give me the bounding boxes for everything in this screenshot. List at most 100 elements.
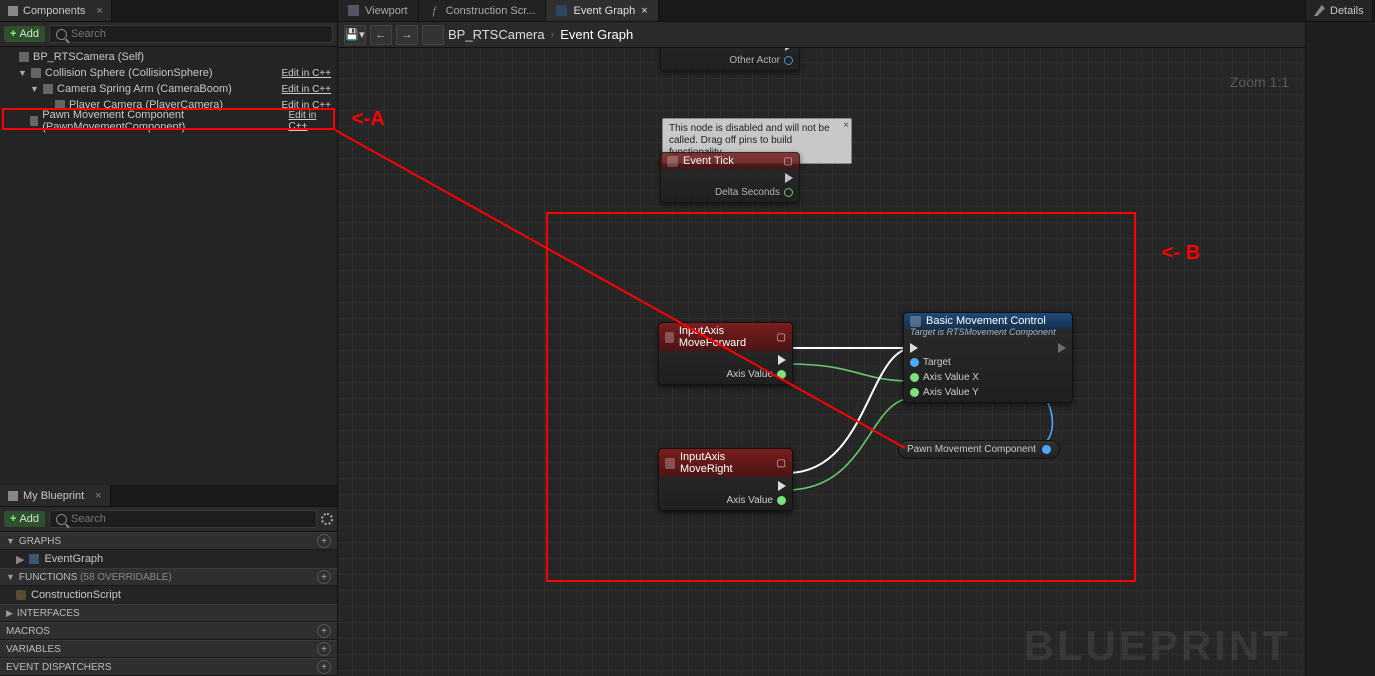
target-pin[interactable] (910, 358, 919, 367)
component-tree: BP_RTSCamera (Self) ▼ Collision Sphere (Co… (0, 47, 337, 131)
disclosure-icon[interactable]: ▼ (30, 84, 39, 94)
graph-icon (29, 554, 39, 564)
node-inputaxis-moveright[interactable]: InputAxis MoveRight ▢ Axis Value (658, 448, 793, 511)
myblueprint-tab-label: My Blueprint (23, 490, 84, 502)
add-function-button[interactable]: + (317, 570, 331, 584)
section-label: GRAPHS (19, 536, 61, 547)
exec-out-pin[interactable] (778, 481, 786, 491)
data-out-pin[interactable] (784, 188, 793, 197)
data-out-pin[interactable] (777, 370, 786, 379)
graph-icon-button[interactable] (422, 25, 444, 45)
node-basic-movement-control[interactable]: Basic Movement Control Target is RTSMove… (903, 312, 1073, 403)
myblueprint-tab[interactable]: My Blueprint × (0, 485, 111, 506)
viewport-icon (348, 5, 359, 16)
section-dispatchers[interactable]: EVENT DISPATCHERS + (0, 658, 337, 676)
component-tree-row[interactable]: Pawn Movement Component (PawnMovementCom… (0, 113, 337, 129)
components-search[interactable] (49, 25, 333, 43)
add-component-button[interactable]: + Add (4, 26, 45, 42)
event-graph-canvas[interactable]: Zoom 1:1 ▢ Other Actor (338, 48, 1305, 676)
edit-in-cpp-link[interactable]: Edit in C++ (282, 84, 331, 95)
graph-icon (556, 5, 567, 16)
graph-item-eventgraph[interactable]: ▶ EventGraph (0, 550, 337, 568)
node-title: Event Tick (683, 155, 734, 167)
event-icon (667, 156, 678, 167)
expand-icon[interactable]: ▢ (784, 156, 793, 167)
exec-in-pin[interactable] (910, 343, 918, 353)
tab-construction-script[interactable]: f Construction Scr... (419, 0, 547, 21)
node-event-tick[interactable]: Event Tick ▢ Delta Seconds (660, 152, 800, 203)
exec-out-pin[interactable] (778, 355, 786, 365)
edit-in-cpp-link[interactable]: Edit in C++ (289, 110, 332, 132)
close-icon[interactable]: × (96, 5, 102, 17)
component-label: Collision Sphere (CollisionSphere) (45, 67, 213, 79)
nav-forward-button[interactable]: → (396, 25, 418, 45)
function-icon: f (429, 5, 440, 17)
section-macros[interactable]: MACROS + (0, 622, 337, 640)
component-icon (19, 52, 29, 62)
section-functions[interactable]: ▼FUNCTIONS (58 OVERRIDABLE) + (0, 568, 337, 586)
myblueprint-search[interactable] (49, 510, 317, 528)
section-label: VARIABLES (6, 644, 61, 655)
components-tabbar: Components × (0, 0, 337, 22)
add-blueprint-button[interactable]: + Add (4, 511, 45, 527)
nav-back-button[interactable]: ← (370, 25, 392, 45)
disclosure-icon[interactable]: ▼ (18, 68, 27, 78)
close-icon[interactable]: × (843, 120, 849, 132)
components-tab[interactable]: Components × (0, 0, 112, 21)
axis-y-pin[interactable] (910, 388, 919, 397)
myblueprint-tabbar: My Blueprint × (0, 485, 337, 507)
component-icon (30, 116, 39, 126)
data-out-pin[interactable] (784, 56, 793, 65)
node-header: InputAxis MoveRight ▢ (659, 449, 792, 477)
tab-event-graph[interactable]: Event Graph × (546, 0, 658, 21)
search-icon (56, 514, 67, 525)
myblueprint-toolbar: + Add (0, 507, 337, 532)
section-graphs[interactable]: ▼GRAPHS + (0, 532, 337, 550)
component-icon (31, 68, 41, 78)
close-icon[interactable]: × (95, 490, 101, 502)
axis-x-pin[interactable] (910, 373, 919, 382)
components-search-input[interactable] (71, 28, 326, 40)
component-tree-row[interactable]: ▼ Collision Sphere (CollisionSphere) Edit … (0, 65, 337, 81)
section-suffix: (58 OVERRIDABLE) (80, 572, 172, 583)
add-macro-button[interactable]: + (317, 624, 331, 638)
node-title: InputAxis MoveForward (679, 325, 772, 349)
event-icon (665, 458, 675, 469)
node-partial-event[interactable]: ▢ Other Actor (660, 48, 800, 71)
details-tab[interactable]: Details (1306, 0, 1373, 21)
gear-icon[interactable] (321, 513, 333, 525)
component-label: Camera Spring Arm (CameraBoom) (57, 83, 232, 95)
exec-out-pin[interactable] (785, 48, 793, 51)
component-tree-row[interactable]: BP_RTSCamera (Self) (0, 49, 337, 65)
exec-out-pin[interactable] (1058, 343, 1066, 353)
pen-icon (1314, 5, 1325, 16)
edit-in-cpp-link[interactable]: Edit in C++ (282, 100, 331, 111)
exec-out-pin[interactable] (785, 173, 793, 183)
data-out-pin[interactable] (777, 496, 786, 505)
node-var-pawn-movement[interactable]: Pawn Movement Component (898, 440, 1060, 459)
pin-label: Other Actor (729, 55, 780, 66)
chevron-right-icon: › (551, 29, 555, 41)
add-button-label: Add (19, 28, 39, 40)
function-item-constructionscript[interactable]: ConstructionScript (0, 586, 337, 604)
section-interfaces[interactable]: ▶INTERFACES (0, 604, 337, 622)
breadcrumb-root[interactable]: BP_RTSCamera (448, 27, 545, 42)
node-inputaxis-moveforward[interactable]: InputAxis MoveForward ▢ Axis Value (658, 322, 793, 385)
section-label: FUNCTIONS (19, 572, 77, 583)
component-icon (43, 84, 53, 94)
add-graph-button[interactable]: + (317, 534, 331, 548)
myblueprint-search-input[interactable] (71, 513, 310, 525)
component-tree-row[interactable]: ▼ Camera Spring Arm (CameraBoom) Edit in C… (0, 81, 337, 97)
section-variables[interactable]: VARIABLES + (0, 640, 337, 658)
data-out-pin[interactable] (1042, 445, 1051, 454)
close-icon[interactable]: × (641, 5, 647, 17)
components-icon (8, 6, 18, 16)
edit-in-cpp-link[interactable]: Edit in C++ (282, 68, 331, 79)
expand-icon[interactable]: ▢ (777, 332, 786, 343)
plus-icon: + (10, 513, 16, 525)
add-dispatcher-button[interactable]: + (317, 660, 331, 674)
expand-icon[interactable]: ▢ (777, 458, 786, 469)
save-dropdown-button[interactable]: 💾▾ (344, 25, 366, 45)
tab-viewport[interactable]: Viewport (338, 0, 419, 21)
add-variable-button[interactable]: + (317, 642, 331, 656)
